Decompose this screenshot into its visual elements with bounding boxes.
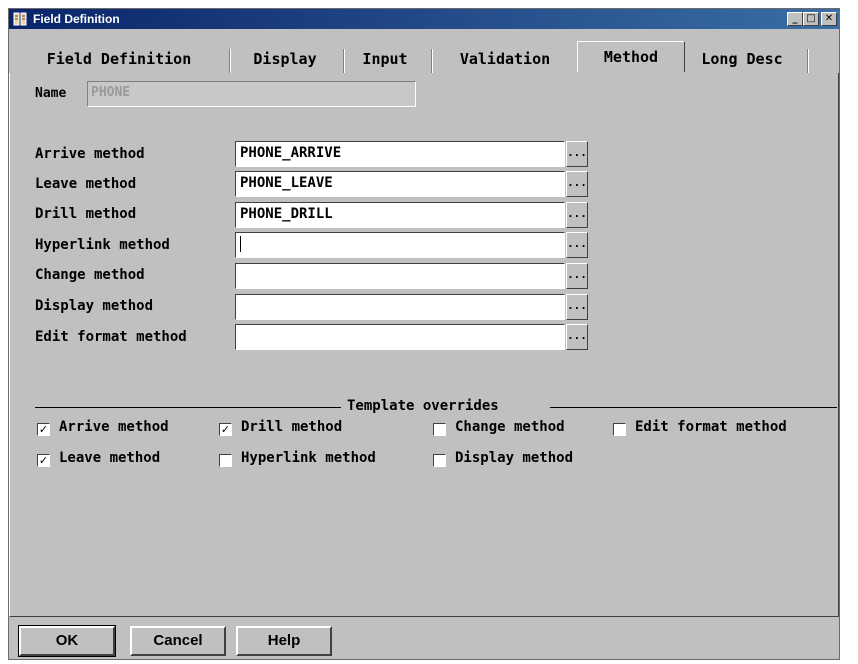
name-label: Name (35, 86, 67, 101)
tab-field-definition[interactable]: Field Definition (19, 45, 219, 73)
field-definition-dialog: Field Definition _ □ ✕ Field Definition … (8, 8, 840, 660)
leave-method-input[interactable]: PHONE_LEAVE (235, 171, 565, 197)
help-button[interactable]: Help (236, 626, 332, 656)
drill-override-checkbox[interactable]: ✓ (219, 423, 232, 436)
arrive-method-browse-button[interactable]: ... (566, 141, 588, 167)
hyperlink-method-input[interactable] (235, 232, 565, 258)
change-method-browse-button[interactable]: ... (566, 263, 588, 289)
tab-long-desc[interactable]: Long Desc (687, 45, 797, 73)
hyperlink-override-checkbox[interactable] (219, 454, 232, 467)
change-method-input[interactable] (235, 263, 565, 289)
edit-format-override-label[interactable]: Edit format method (635, 419, 787, 435)
arrive-override-label[interactable]: Arrive method (59, 419, 169, 435)
tab-separator (807, 49, 809, 73)
leave-method-label: Leave method (35, 176, 137, 192)
name-field: PHONE (87, 81, 416, 107)
display-override-checkbox[interactable] (433, 454, 446, 467)
edit-format-method-browse-button[interactable]: ... (566, 324, 588, 350)
tab-display[interactable]: Display (235, 45, 335, 73)
minimize-button[interactable]: _ (787, 12, 803, 26)
drill-override-label[interactable]: Drill method (241, 419, 342, 435)
edit-format-method-label: Edit format method (35, 329, 187, 345)
hyperlink-override-label[interactable]: Hyperlink method (241, 450, 376, 466)
tab-method[interactable]: Method (577, 41, 685, 72)
text-caret (240, 236, 241, 252)
hyperlink-method-browse-button[interactable]: ... (566, 232, 588, 258)
group-divider-left (35, 407, 341, 408)
drill-method-input[interactable]: PHONE_DRILL (235, 202, 565, 228)
leave-method-browse-button[interactable]: ... (566, 171, 588, 197)
close-button[interactable]: ✕ (821, 12, 837, 26)
book-icon (13, 12, 27, 26)
tab-separator (431, 49, 433, 73)
tab-separator (343, 49, 345, 73)
title-bar[interactable]: Field Definition _ □ ✕ (9, 9, 839, 29)
change-override-checkbox[interactable] (433, 423, 446, 436)
change-method-label: Change method (35, 267, 145, 283)
group-divider-right (550, 407, 837, 408)
change-override-label[interactable]: Change method (455, 419, 565, 435)
template-overrides-title: Template overrides (347, 398, 499, 414)
drill-method-browse-button[interactable]: ... (566, 202, 588, 228)
display-override-label[interactable]: Display method (455, 450, 573, 466)
tab-separator (229, 49, 231, 73)
tab-strip: Field Definition Display Input Validatio… (11, 41, 837, 73)
display-method-label: Display method (35, 298, 154, 314)
ok-button[interactable]: OK (18, 625, 116, 657)
drill-method-label: Drill method (35, 206, 137, 222)
hyperlink-method-label: Hyperlink method (35, 237, 170, 253)
display-method-input[interactable] (235, 294, 565, 320)
edit-format-method-input[interactable] (235, 324, 565, 350)
arrive-override-checkbox[interactable]: ✓ (37, 423, 50, 436)
cancel-button[interactable]: Cancel (130, 626, 226, 656)
tab-validation[interactable]: Validation (435, 45, 575, 73)
leave-override-label[interactable]: Leave method (59, 450, 160, 466)
maximize-button[interactable]: □ (803, 12, 819, 26)
display-method-browse-button[interactable]: ... (566, 294, 588, 320)
leave-override-checkbox[interactable]: ✓ (37, 454, 50, 467)
arrive-method-label: Arrive method (35, 146, 145, 162)
window-title: Field Definition (33, 12, 120, 26)
arrive-method-input[interactable]: PHONE_ARRIVE (235, 141, 565, 167)
tab-input[interactable]: Input (347, 45, 423, 73)
edit-format-override-checkbox[interactable] (613, 423, 626, 436)
